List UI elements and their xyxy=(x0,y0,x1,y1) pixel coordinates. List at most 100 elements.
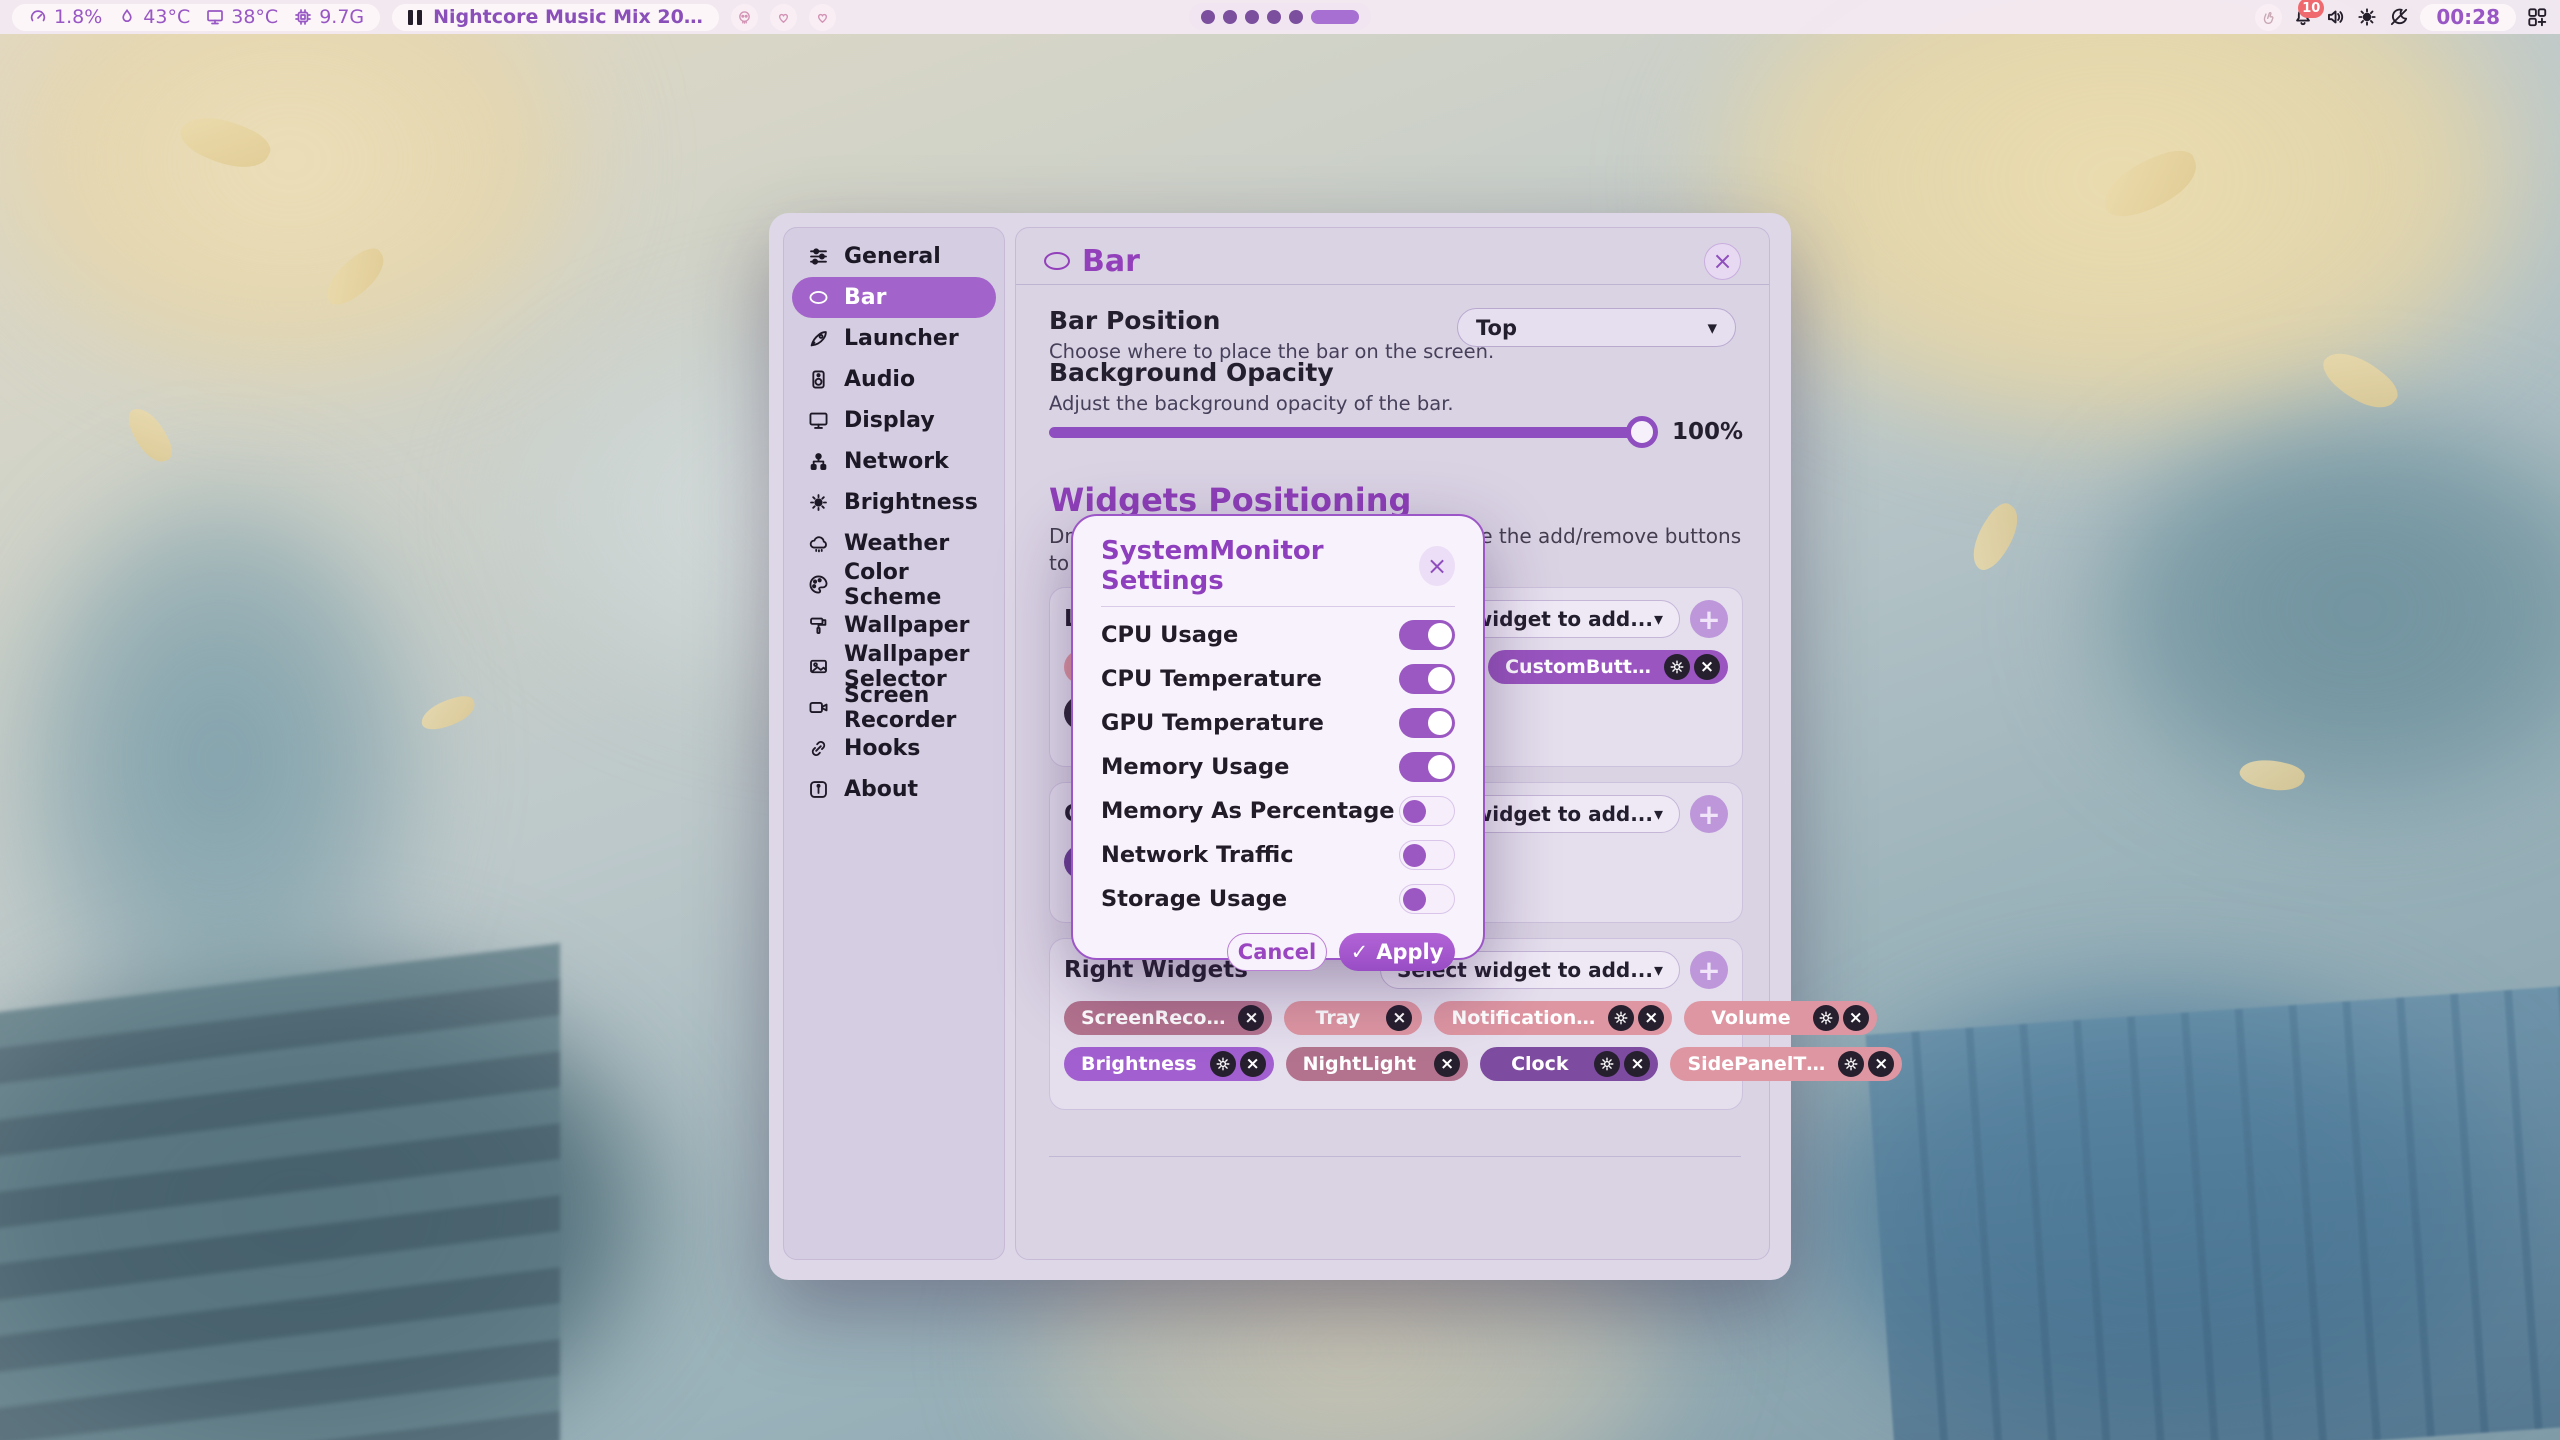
memory-usage-toggle[interactable] xyxy=(1399,752,1455,782)
widget-settings-button[interactable] xyxy=(1594,1051,1620,1077)
cpu-temperature-toggle[interactable] xyxy=(1399,664,1455,694)
system-stats-group[interactable]: 1.8% 43°C 38°C 9.7G xyxy=(12,4,380,31)
widget-remove-button[interactable]: × xyxy=(1624,1051,1650,1077)
widget-settings-button[interactable] xyxy=(1608,1005,1634,1031)
sidebar-item-wallpaper-selector[interactable]: Wallpaper Selector xyxy=(792,646,996,687)
opacity-value: 100% xyxy=(1672,419,1736,445)
bell-icon[interactable]: 10 xyxy=(2292,6,2314,28)
paint-roller-icon xyxy=(807,614,830,637)
window-close-button[interactable]: × xyxy=(1704,243,1741,280)
storage-usage-toggle[interactable] xyxy=(1399,884,1455,914)
widget-settings-button[interactable] xyxy=(1210,1051,1236,1077)
sidebar-item-general[interactable]: General xyxy=(792,236,996,277)
widget-chip[interactable]: Tray × xyxy=(1284,1001,1422,1035)
sidebar-item-hooks[interactable]: Hooks xyxy=(792,728,996,769)
media-player-widget[interactable]: Nightcore Music Mix 20… xyxy=(392,4,719,31)
widget-remove-button[interactable]: × xyxy=(1434,1051,1460,1077)
skull-icon[interactable] xyxy=(731,4,758,31)
add-widget-button[interactable]: + xyxy=(1690,600,1728,638)
widget-remove-button[interactable]: × xyxy=(1238,1005,1264,1031)
cpu-usage-toggle[interactable] xyxy=(1399,620,1455,650)
sidebar-item-wallpaper[interactable]: Wallpaper xyxy=(792,605,996,646)
toggle-label-cpu-usage: CPU Usage xyxy=(1101,622,1238,648)
widget-chip[interactable]: Brightness × xyxy=(1064,1047,1274,1081)
gpu-temp-stat: 38°C xyxy=(205,6,278,28)
desktop: 1.8% 43°C 38°C 9.7G Nightcore Music Mix … xyxy=(0,0,2560,1440)
widget-settings-button[interactable] xyxy=(1813,1005,1839,1031)
sidebar-item-brightness[interactable]: Brightness xyxy=(792,482,996,523)
memory-as-percentage-toggle[interactable] xyxy=(1399,796,1455,826)
oval-icon xyxy=(807,286,830,309)
bar-position-dropdown[interactable]: Top ▾ xyxy=(1457,308,1736,347)
chevron-down-icon: ▾ xyxy=(1707,317,1717,339)
pause-icon[interactable] xyxy=(408,10,422,25)
sidebar-item-label: Screen Recorder xyxy=(844,683,981,733)
widget-settings-button[interactable] xyxy=(1664,654,1690,680)
apply-button[interactable]: ✓ Apply xyxy=(1339,933,1455,971)
sidebar-item-label: Network xyxy=(844,449,949,474)
sidebar-item-screen-recorder[interactable]: Screen Recorder xyxy=(792,687,996,728)
widget-remove-button[interactable]: × xyxy=(1386,1005,1412,1031)
workspace-active-pill[interactable] xyxy=(1311,10,1359,24)
gpu-temperature-toggle[interactable] xyxy=(1399,708,1455,738)
chevron-down-icon: ▾ xyxy=(1654,609,1663,630)
widget-remove-button[interactable]: × xyxy=(1638,1005,1664,1031)
heart-icon[interactable] xyxy=(770,4,797,31)
toggle-label-network-traffic: Network Traffic xyxy=(1101,842,1294,868)
bar-page-icon xyxy=(1044,252,1070,270)
add-widget-button[interactable]: + xyxy=(1690,951,1728,989)
workspace-indicator[interactable] xyxy=(1189,3,1371,30)
sidebar-item-audio[interactable]: Audio xyxy=(792,359,996,400)
sidebar-item-label: Display xyxy=(844,408,935,433)
widget-chip[interactable]: Notification… × xyxy=(1434,1001,1672,1035)
sidebar-item-color-scheme[interactable]: Color Scheme xyxy=(792,564,996,605)
widget-chip[interactable]: SidePanelT… × xyxy=(1670,1047,1902,1081)
widget-remove-button[interactable]: × xyxy=(1868,1051,1894,1077)
add-widget-button[interactable]: + xyxy=(1690,795,1728,833)
grid-plus-icon[interactable] xyxy=(2526,6,2548,28)
widget-remove-button[interactable]: × xyxy=(1694,654,1720,680)
workspace-dot[interactable] xyxy=(1201,10,1215,24)
opacity-slider-handle[interactable] xyxy=(1626,416,1658,448)
display-icon xyxy=(807,409,830,432)
widget-chip[interactable]: ScreenReco… × xyxy=(1064,1001,1272,1035)
workspace-dot[interactable] xyxy=(1289,10,1303,24)
workspace-dot[interactable] xyxy=(1223,10,1237,24)
sidebar-item-label: Launcher xyxy=(844,326,959,351)
widget-settings-button[interactable] xyxy=(1838,1051,1864,1077)
memory-stat: 9.7G xyxy=(293,6,364,28)
sidebar-item-launcher[interactable]: Launcher xyxy=(792,318,996,359)
network-traffic-toggle[interactable] xyxy=(1399,840,1455,870)
gesture-icon[interactable] xyxy=(2255,4,2282,31)
workspace-dot[interactable] xyxy=(1245,10,1259,24)
sidebar-item-bar[interactable]: Bar xyxy=(792,277,996,318)
sidebar-item-label: Weather xyxy=(844,531,949,556)
moon-off-icon[interactable] xyxy=(2388,6,2410,28)
widget-chip[interactable]: Volume × xyxy=(1684,1001,1876,1035)
sidebar-item-display[interactable]: Display xyxy=(792,400,996,441)
widget-remove-button[interactable]: × xyxy=(1240,1051,1266,1077)
toggle-label-storage-usage: Storage Usage xyxy=(1101,886,1287,912)
sidebar-item-about[interactable]: About xyxy=(792,769,996,810)
clock[interactable]: 00:28 xyxy=(2420,4,2516,31)
background-opacity-description: Adjust the background opacity of the bar… xyxy=(1049,392,1736,415)
workspace-dot[interactable] xyxy=(1267,10,1281,24)
widget-chip[interactable]: CustomButt… × xyxy=(1488,650,1728,684)
widget-chip[interactable]: Clock × xyxy=(1480,1047,1658,1081)
settings-sidebar: General Bar Launcher Audio Display Netwo… xyxy=(783,227,1005,1260)
sidebar-item-network[interactable]: Network xyxy=(792,441,996,482)
chevron-down-icon: ▾ xyxy=(1654,804,1663,825)
widget-chip[interactable]: NightLight × xyxy=(1286,1047,1468,1081)
check-icon: ✓ xyxy=(1351,940,1369,964)
section-divider xyxy=(1049,1156,1741,1157)
header-divider xyxy=(1016,284,1769,285)
cancel-button[interactable]: Cancel xyxy=(1227,933,1327,971)
modal-close-button[interactable]: × xyxy=(1419,546,1455,586)
heart-icon[interactable] xyxy=(809,4,836,31)
speaker-icon[interactable] xyxy=(2324,6,2346,28)
opacity-slider[interactable] xyxy=(1049,427,1656,438)
widget-remove-button[interactable]: × xyxy=(1843,1005,1869,1031)
sun-icon[interactable] xyxy=(2356,6,2378,28)
sidebar-item-weather[interactable]: Weather xyxy=(792,523,996,564)
toggle-label-memory-usage: Memory Usage xyxy=(1101,754,1289,780)
